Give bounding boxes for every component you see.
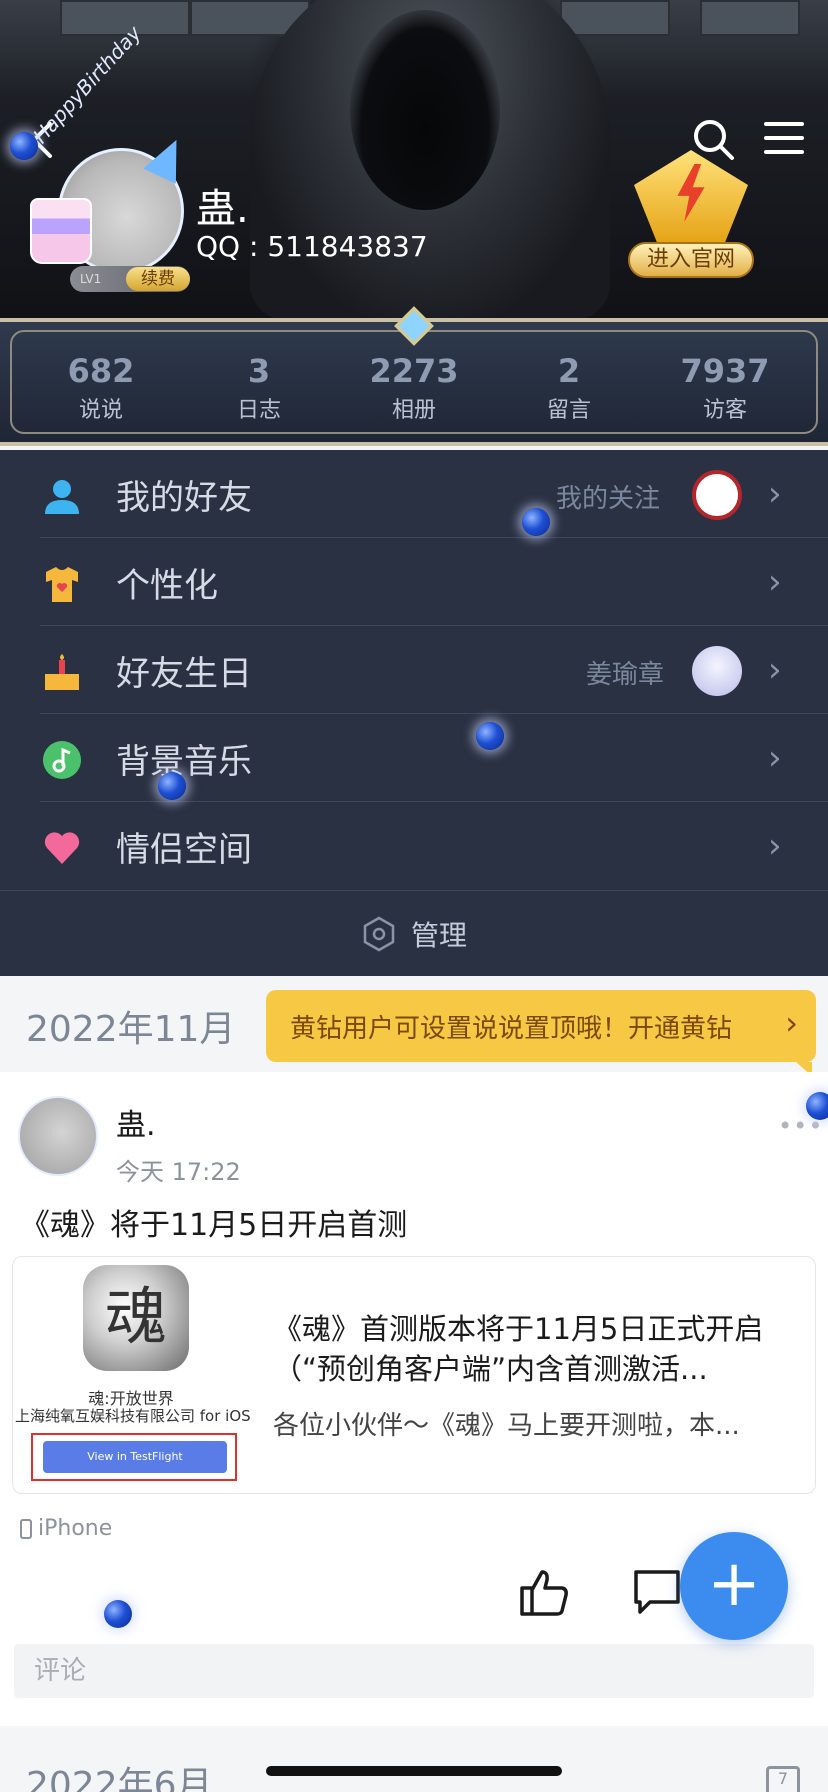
stat-value: 7937 — [680, 352, 770, 390]
stat-posts[interactable]: 682 说说 — [36, 352, 166, 424]
manage-label: 管理 — [410, 918, 467, 952]
stat-messages[interactable]: 2 留言 — [504, 352, 634, 424]
menu-item-label: 个性化 — [116, 566, 218, 606]
phone-icon — [20, 1518, 32, 1539]
friends-icon — [45, 480, 79, 514]
menu-item-personalize[interactable]: 个性化 › — [0, 538, 828, 626]
menu-item-friends[interactable]: 我的好友 我的关注 › — [0, 450, 828, 538]
card-title: 《魂》首测版本将于11月5日正式开启（“预创角客户端”内含首测激活... — [273, 1312, 764, 1386]
menu-bar — [764, 122, 804, 126]
vip-badge[interactable]: LV1 续费 — [70, 266, 190, 292]
profile-qq-number: QQ : 511843837 — [196, 230, 428, 263]
menu-item-label: 我的好友 — [116, 478, 252, 518]
comment-icon — [634, 1570, 680, 1614]
comment-button[interactable] — [632, 1566, 682, 1616]
post-timestamp: 今天 17:22 — [116, 1158, 241, 1186]
stat-label: 说说 — [78, 398, 123, 423]
comment-input[interactable]: 评论 — [14, 1644, 814, 1698]
hexagon-settings-icon — [363, 916, 395, 951]
stat-value: 682 — [67, 352, 135, 390]
floating-orb-decoration — [10, 132, 38, 160]
menu-item-subtitle: 我的关注 — [556, 484, 661, 514]
menu-item-label: 背景音乐 — [116, 742, 252, 782]
menu-item-subtitle: 姜瑜章 — [586, 660, 665, 690]
device-label: iPhone — [38, 1516, 113, 1541]
chevron-right-icon: › — [785, 1004, 798, 1042]
menu-item-label: 好友生日 — [116, 654, 252, 694]
chevron-right-icon: › — [768, 474, 782, 514]
menu-bar — [764, 150, 804, 154]
post-device: iPhone — [20, 1516, 112, 1541]
chevron-right-icon: › — [768, 738, 782, 778]
background-monitor — [700, 0, 800, 36]
month-label: 2022年6月 — [26, 1765, 213, 1792]
month-label: 2022年11月 — [26, 1009, 236, 1050]
stat-label: 留言 — [546, 398, 591, 423]
tshirt-icon — [46, 567, 78, 602]
floating-orb-decoration — [476, 722, 504, 750]
official-site-button[interactable]: 进入官网 — [620, 150, 762, 280]
calendar-icon[interactable]: 7 — [766, 1766, 800, 1792]
stat-value: 2 — [557, 352, 581, 390]
like-button[interactable] — [516, 1564, 572, 1620]
testflight-button[interactable]: View in TestFlight — [43, 1441, 227, 1473]
stat-blogs[interactable]: 3 日志 — [194, 352, 324, 424]
chevron-right-icon: › — [768, 562, 782, 602]
stats-bar: 682 说说 3 日志 2273 相册 2 留言 7937 访客 — [0, 306, 828, 446]
renew-button[interactable]: 续费 — [126, 267, 190, 291]
post-text: 《魂》将于11月5日开启首测 — [20, 1208, 408, 1243]
thumbs-up-icon — [520, 1570, 568, 1616]
cake-icon — [45, 654, 79, 690]
official-site-label: 进入官网 — [628, 242, 754, 278]
timeline-month-header: 2022年11月 黄钻用户可设置说说置顶哦！开通黄钻 › — [0, 976, 828, 1076]
stat-value: 2273 — [369, 352, 459, 390]
profile-username: 蛊. — [196, 186, 249, 232]
floating-orb-decoration — [104, 1600, 132, 1628]
stat-label: 访客 — [702, 398, 747, 423]
chevron-right-icon: › — [768, 650, 782, 690]
background-monitor — [560, 0, 670, 36]
floating-orb-decoration — [806, 1092, 828, 1120]
stat-label: 相册 — [391, 398, 436, 423]
manage-button[interactable]: 管理 — [0, 890, 828, 976]
menu-item-label: 情侣空间 — [116, 830, 252, 870]
floating-orb-decoration — [522, 508, 550, 536]
stat-label: 日志 — [236, 398, 281, 423]
friend-avatar — [692, 646, 742, 696]
app-icon: 魂 — [83, 1265, 189, 1371]
post-author-name[interactable]: 蛊. — [116, 1100, 156, 1144]
stat-visitors[interactable]: 7937 访客 — [660, 352, 790, 424]
chevron-right-icon: › — [768, 826, 782, 866]
profile-menu: 我的好友 我的关注 › 个性化 › 好友生日 姜瑜章 › 背景音乐 › 情侣空间… — [0, 450, 828, 976]
create-post-button[interactable]: + — [680, 1532, 788, 1640]
menu-bar — [764, 136, 804, 140]
music-icon — [43, 741, 81, 779]
card-description: 各位小伙伴～《魂》马上要开测啦，本... — [273, 1411, 740, 1441]
menu-item-background-music[interactable]: 背景音乐 › — [0, 714, 828, 802]
vip-level: LV1 — [80, 272, 102, 286]
birthday-cake-decoration — [30, 198, 92, 264]
testflight-highlight: View in TestFlight — [31, 1433, 237, 1481]
heart-icon — [44, 832, 80, 864]
stat-albums[interactable]: 2273 相册 — [349, 352, 479, 424]
hamburger-menu-button[interactable] — [764, 122, 804, 158]
profile-avatar[interactable]: HappyBirthday LV1 续费 — [28, 21, 193, 292]
yellow-diamond-promo-banner[interactable]: 黄钻用户可设置说说置顶哦！开通黄钻 › — [266, 990, 816, 1076]
menu-item-friend-birthdays[interactable]: 好友生日 姜瑜章 › — [0, 626, 828, 714]
timeline-month-header: 2022年6月 7 — [0, 1726, 828, 1792]
promo-text: 黄钻用户可设置说说置顶哦！开通黄钻 — [290, 1014, 733, 1044]
stat-value: 3 — [247, 352, 271, 390]
post-author-avatar[interactable] — [18, 1096, 98, 1176]
floating-orb-decoration — [158, 772, 186, 800]
banner-figure-face — [350, 10, 500, 210]
birthday-frame-text: HappyBirthday — [28, 20, 146, 148]
profile-banner: HappyBirthday LV1 续费 蛊. QQ : 511843837 进… — [0, 0, 828, 330]
followed-account-avatar — [692, 470, 742, 520]
app-company: 上海纯氧互娱科技有限公司 for iOS — [15, 1407, 251, 1425]
menu-item-couple-space[interactable]: 情侣空间 › — [0, 802, 828, 890]
home-indicator — [266, 1766, 562, 1776]
shared-link-card[interactable]: 魂 魂:开放世界 上海纯氧互娱科技有限公司 for iOS View in Te… — [12, 1256, 816, 1494]
